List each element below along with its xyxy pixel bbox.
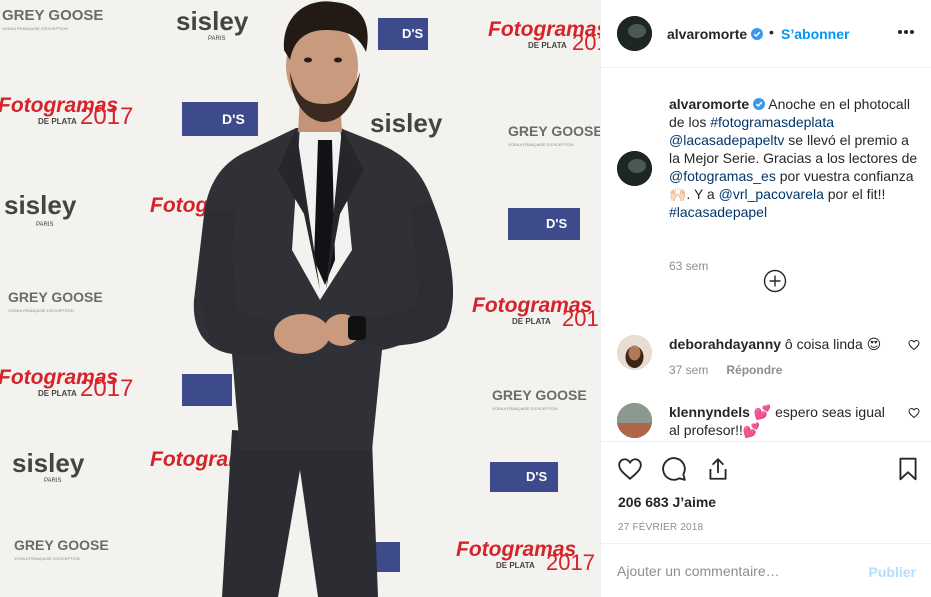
logo-ds-box <box>508 208 580 240</box>
logo-sisley-sub: PARIS <box>44 478 62 484</box>
caption-author-avatar[interactable] <box>617 151 652 186</box>
likes-count[interactable]: 206 683 J’aime <box>618 494 716 510</box>
comment-text: deborahdayanny ô coisa linda 😍 <box>669 335 899 353</box>
logo-ds-box <box>182 374 232 406</box>
comment-text: klennyndels 💕 espero seas igual al profe… <box>669 403 899 439</box>
logo-grey-goose-sub: VODKA FRANÇAISE D'EXCEPTION <box>508 142 574 147</box>
comment-timestamp[interactable]: 37 sem <box>669 363 708 377</box>
mention-link[interactable]: @lacasadepapeltv <box>669 132 784 148</box>
logo-grey-goose-sub: VODKA FRANÇAISE D'EXCEPTION <box>492 406 558 411</box>
post-date[interactable]: 27 février 2018 <box>618 522 703 533</box>
author-avatar[interactable] <box>617 16 652 51</box>
comment-icon[interactable] <box>661 456 687 482</box>
logo-ds: D'S <box>402 26 423 41</box>
more-horizontal-icon[interactable] <box>896 22 916 42</box>
logo-ds: D'S <box>526 469 547 484</box>
logo-grey-goose: GREY GOOSE <box>2 7 103 24</box>
plus-circle-icon[interactable] <box>763 269 787 293</box>
commenter-avatar[interactable] <box>617 335 652 370</box>
logo-grey-goose: GREY GOOSE <box>508 123 600 139</box>
caption-username[interactable]: alvaromorte <box>669 96 749 112</box>
heart-icon[interactable] <box>908 407 920 419</box>
comments-list[interactable]: alvaromorte Anoche en el photocall de lo… <box>601 69 931 441</box>
logo-fotogramas-sub: DE PLATA <box>38 389 77 398</box>
author-username-text[interactable]: alvaromorte <box>667 26 747 42</box>
logo-sisley-sub: PARIS <box>208 36 226 42</box>
logo-ds-box <box>490 462 558 492</box>
logo-fotogramas-sub: DE PLATA <box>512 317 551 326</box>
comment-body: ô coisa linda 😍 <box>781 336 882 352</box>
logo-grey-goose-sub: VODKA FRANÇAISE D'EXCEPTION <box>2 26 68 31</box>
logo-grey-goose: GREY GOOSE <box>8 289 103 305</box>
logo-grey-goose-sub: VODKA FRANÇAISE D'EXCEPTION <box>14 556 80 561</box>
commenter-username[interactable]: deborahdayanny <box>669 336 781 352</box>
logo-grey-goose: GREY GOOSE <box>492 387 587 403</box>
post-photo[interactable]: GREY GOOSE VODKA FRANÇAISE D'EXCEPTION s… <box>0 0 600 597</box>
logo-ds-box <box>182 102 258 136</box>
author-username[interactable]: alvaromorte <box>667 26 764 42</box>
logo-year: 2017 <box>562 306 600 331</box>
logo-sisley: sisley <box>4 190 77 220</box>
comment-input[interactable] <box>617 558 857 584</box>
add-comment-bar: Publier <box>601 543 931 597</box>
commenter-username[interactable]: klennyndels <box>669 404 750 420</box>
comment-meta: 37 sem Répondre <box>669 363 782 377</box>
logo-fotogramas-sub: DE PLATA <box>38 117 77 126</box>
logo-year: 2017 <box>80 375 133 402</box>
heart-icon[interactable] <box>617 456 643 482</box>
verified-badge-icon <box>753 98 766 110</box>
separator-dot: • <box>769 24 774 40</box>
post-header: alvaromorte • S’abonner <box>601 0 931 68</box>
logo-fotogramas-sub: DE PLATA <box>496 561 535 570</box>
bookmark-icon[interactable] <box>895 456 921 482</box>
logo-ds: D'S <box>546 216 567 231</box>
caption-text: alvaromorte Anoche en el photocall de lo… <box>669 95 921 221</box>
logo-ds: D'S <box>222 111 245 127</box>
hashtag-link[interactable]: #fotogramasdeplata <box>710 114 834 130</box>
reply-button[interactable]: Répondre <box>726 363 782 377</box>
post-sidebar: alvaromorte • S’abonner alvaromorte Anoc… <box>600 0 931 597</box>
logo-grey-goose-sub: VODKA FRANÇAISE D'EXCEPTION <box>8 308 74 313</box>
logo-year: 2017 <box>80 103 133 130</box>
mention-link[interactable]: @vrl_pacovarela <box>719 186 824 202</box>
follow-button[interactable]: S’abonner <box>781 26 849 42</box>
logo-year: 2017 <box>546 550 595 575</box>
logo-sisley: sisley <box>370 108 443 138</box>
logo-year: 2017 <box>572 30 600 55</box>
logo-sisley: sisley <box>176 6 249 36</box>
verified-badge-icon <box>751 28 764 40</box>
logo-sisley-sub: PARIS <box>36 222 54 228</box>
caption-text-part: por el fit!! <box>823 186 886 202</box>
publish-button[interactable]: Publier <box>869 564 916 580</box>
caption-timestamp[interactable]: 63 sem <box>669 259 708 273</box>
logo-fotogramas-sub: DE PLATA <box>528 41 567 50</box>
mention-link[interactable]: @fotogramas_es <box>669 168 776 184</box>
commenter-avatar[interactable] <box>617 403 652 438</box>
heart-icon[interactable] <box>908 339 920 351</box>
logo-sisley: sisley <box>12 448 85 478</box>
photocall-photo: GREY GOOSE VODKA FRANÇAISE D'EXCEPTION s… <box>0 0 600 597</box>
logo-grey-goose: GREY GOOSE <box>14 537 109 553</box>
share-icon[interactable] <box>705 456 731 482</box>
hashtag-link[interactable]: #lacasadepapel <box>669 204 767 220</box>
post-actions: 206 683 J’aime 27 février 2018 <box>601 441 931 543</box>
